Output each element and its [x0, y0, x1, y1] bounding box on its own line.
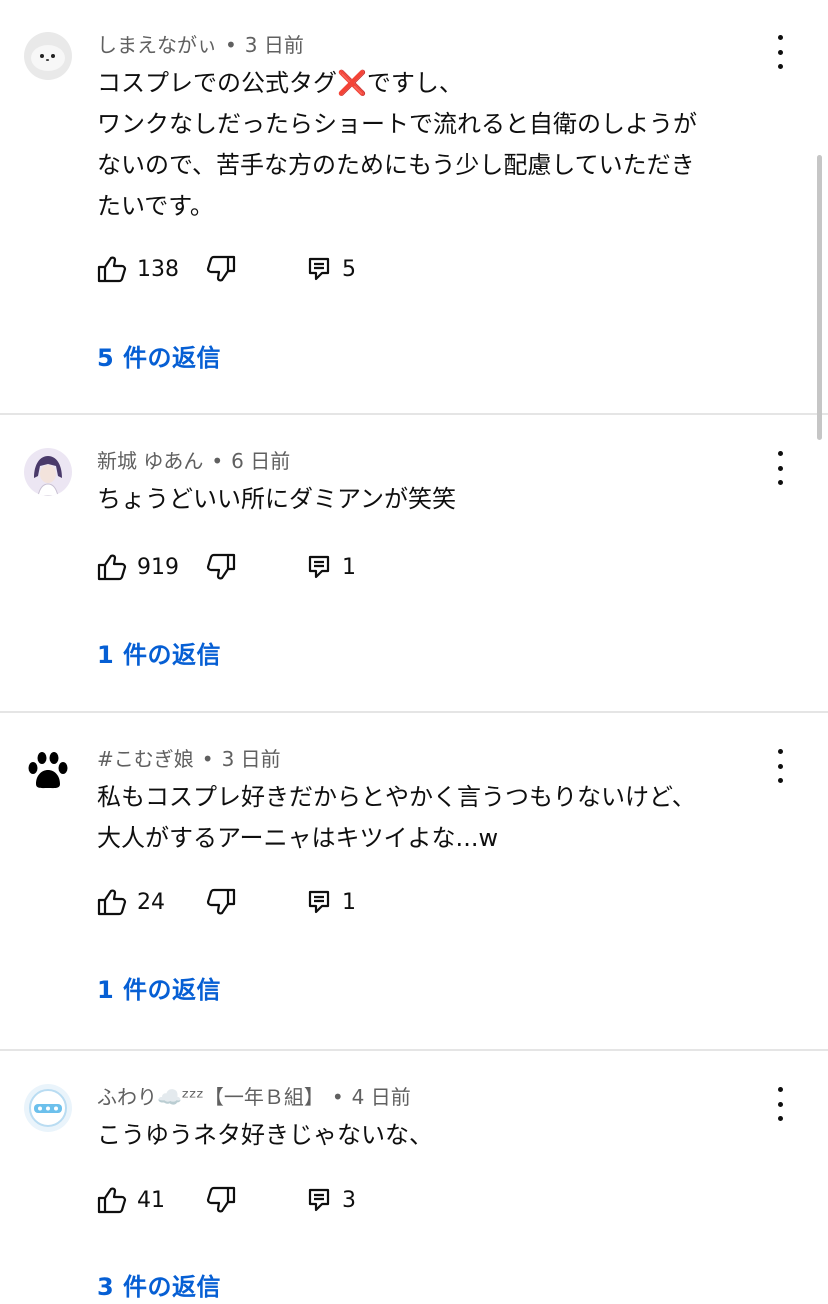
- comment-author[interactable]: しまえながぃ: [97, 33, 217, 57]
- comment: #こむぎ娘 • 3 日前 私もコスプレ好きだからとやかく言うつもりないけど、 大人が…: [0, 713, 828, 1049]
- avatar[interactable]: [24, 32, 72, 80]
- comment-author[interactable]: ふわり☁️ᶻᶻᶻ【一年Ｂ組】: [97, 1085, 324, 1109]
- reply-count: 5: [342, 256, 356, 282]
- reply-count: 1: [342, 554, 356, 580]
- like-count: 24: [137, 889, 165, 915]
- avatar[interactable]: [24, 746, 72, 794]
- like-count: 919: [137, 554, 179, 580]
- more-options-icon[interactable]: [768, 1087, 792, 1121]
- like-button[interactable]: 24: [97, 888, 201, 916]
- thumbs-up-icon: [97, 1187, 127, 1214]
- comment-author[interactable]: 新城 ゆあん: [97, 449, 203, 473]
- reply-button[interactable]: 3: [308, 1188, 356, 1213]
- like-button[interactable]: 138: [97, 255, 201, 283]
- comment-meta: #こむぎ娘 • 3 日前: [97, 745, 281, 773]
- seal-avatar-icon: [24, 32, 72, 80]
- comment-meta: しまえながぃ • 3 日前: [97, 31, 304, 59]
- avatar[interactable]: [24, 448, 72, 496]
- comment-actions: 41 3: [97, 1185, 356, 1215]
- reply-button[interactable]: 1: [308, 555, 356, 580]
- view-replies-link[interactable]: 1 件の返信: [97, 635, 221, 670]
- logo-avatar-icon: [24, 1084, 72, 1132]
- comment-actions: 138 5: [97, 254, 356, 284]
- scrollbar[interactable]: [817, 155, 822, 440]
- thumbs-down-icon: [206, 255, 236, 282]
- comment-time[interactable]: 3 日前: [222, 747, 281, 771]
- more-options-icon[interactable]: [768, 451, 792, 485]
- reply-count: 3: [342, 1187, 356, 1213]
- comments-sheet: しまえながぃ • 3 日前 コスプレでの公式タグ❌ですし、 ワンクなしだったらショー…: [0, 0, 828, 1304]
- comment: ふわり☁️ᶻᶻᶻ【一年Ｂ組】 • 4 日前 こうゆうネタ好きじゃないな、 41 3 …: [0, 1051, 828, 1304]
- reply-button[interactable]: 5: [308, 257, 356, 282]
- like-count: 138: [137, 256, 179, 282]
- avatar[interactable]: [24, 1084, 72, 1132]
- comment-text: 私もコスプレ好きだからとやかく言うつもりないけど、 大人がするアーニャはキツイよ…: [97, 783, 696, 852]
- dislike-button[interactable]: [206, 888, 236, 916]
- dislike-button[interactable]: [206, 1186, 236, 1214]
- separator-dot: •: [225, 33, 237, 57]
- view-replies-link[interactable]: 5 件の返信: [97, 338, 221, 373]
- reply-comment-icon: [308, 890, 330, 914]
- comment-actions: 24 1: [97, 887, 356, 917]
- separator-dot: •: [201, 747, 214, 771]
- separator-dot: •: [211, 449, 224, 473]
- thumbs-down-icon: [206, 1186, 236, 1213]
- comment-actions: 919 1: [97, 552, 356, 582]
- thumbs-up-icon: [97, 889, 127, 916]
- like-button[interactable]: 41: [97, 1186, 201, 1214]
- more-options-icon[interactable]: [768, 35, 792, 69]
- comment: しまえながぃ • 3 日前 コスプレでの公式タグ❌ですし、 ワンクなしだったらショー…: [0, 0, 828, 413]
- reply-button[interactable]: 1: [308, 890, 356, 915]
- comment-meta: 新城 ゆあん • 6 日前: [97, 447, 290, 475]
- like-button[interactable]: 919: [97, 553, 201, 581]
- comment-text: ちょうどいい所にダミアンが笑笑: [97, 485, 457, 513]
- comment-author[interactable]: #こむぎ娘: [97, 747, 194, 771]
- thumbs-up-icon: [97, 554, 127, 581]
- view-replies-link[interactable]: 3 件の返信: [97, 1267, 221, 1302]
- reply-comment-icon: [308, 1188, 330, 1212]
- dislike-button[interactable]: [206, 553, 236, 581]
- comment: 新城 ゆあん • 6 日前 ちょうどいい所にダミアンが笑笑 919 1 1 件の返信: [0, 415, 828, 711]
- thumbs-down-icon: [206, 553, 236, 580]
- thumbs-down-icon: [206, 888, 236, 915]
- dislike-button[interactable]: [206, 255, 236, 283]
- paw-print-avatar-icon: [24, 746, 72, 794]
- reply-comment-icon: [308, 555, 330, 579]
- comment-meta: ふわり☁️ᶻᶻᶻ【一年Ｂ組】 • 4 日前: [97, 1083, 411, 1111]
- reply-count: 1: [342, 889, 356, 915]
- comment-text: コスプレでの公式タグ❌ですし、 ワンクなしだったらショートで流れると自衛のしよう…: [97, 69, 697, 220]
- anime-character-avatar-icon: [24, 448, 72, 496]
- comment-time[interactable]: 4 日前: [352, 1085, 411, 1109]
- more-options-icon[interactable]: [768, 749, 792, 783]
- comment-text: こうゆうネタ好きじゃないな、: [97, 1121, 433, 1149]
- comment-time[interactable]: 6 日前: [231, 449, 290, 473]
- view-replies-link[interactable]: 1 件の返信: [97, 970, 221, 1005]
- reply-comment-icon: [308, 257, 330, 281]
- thumbs-up-icon: [97, 256, 127, 283]
- comment-time[interactable]: 3 日前: [245, 33, 304, 57]
- separator-dot: •: [331, 1085, 344, 1109]
- like-count: 41: [137, 1187, 165, 1213]
